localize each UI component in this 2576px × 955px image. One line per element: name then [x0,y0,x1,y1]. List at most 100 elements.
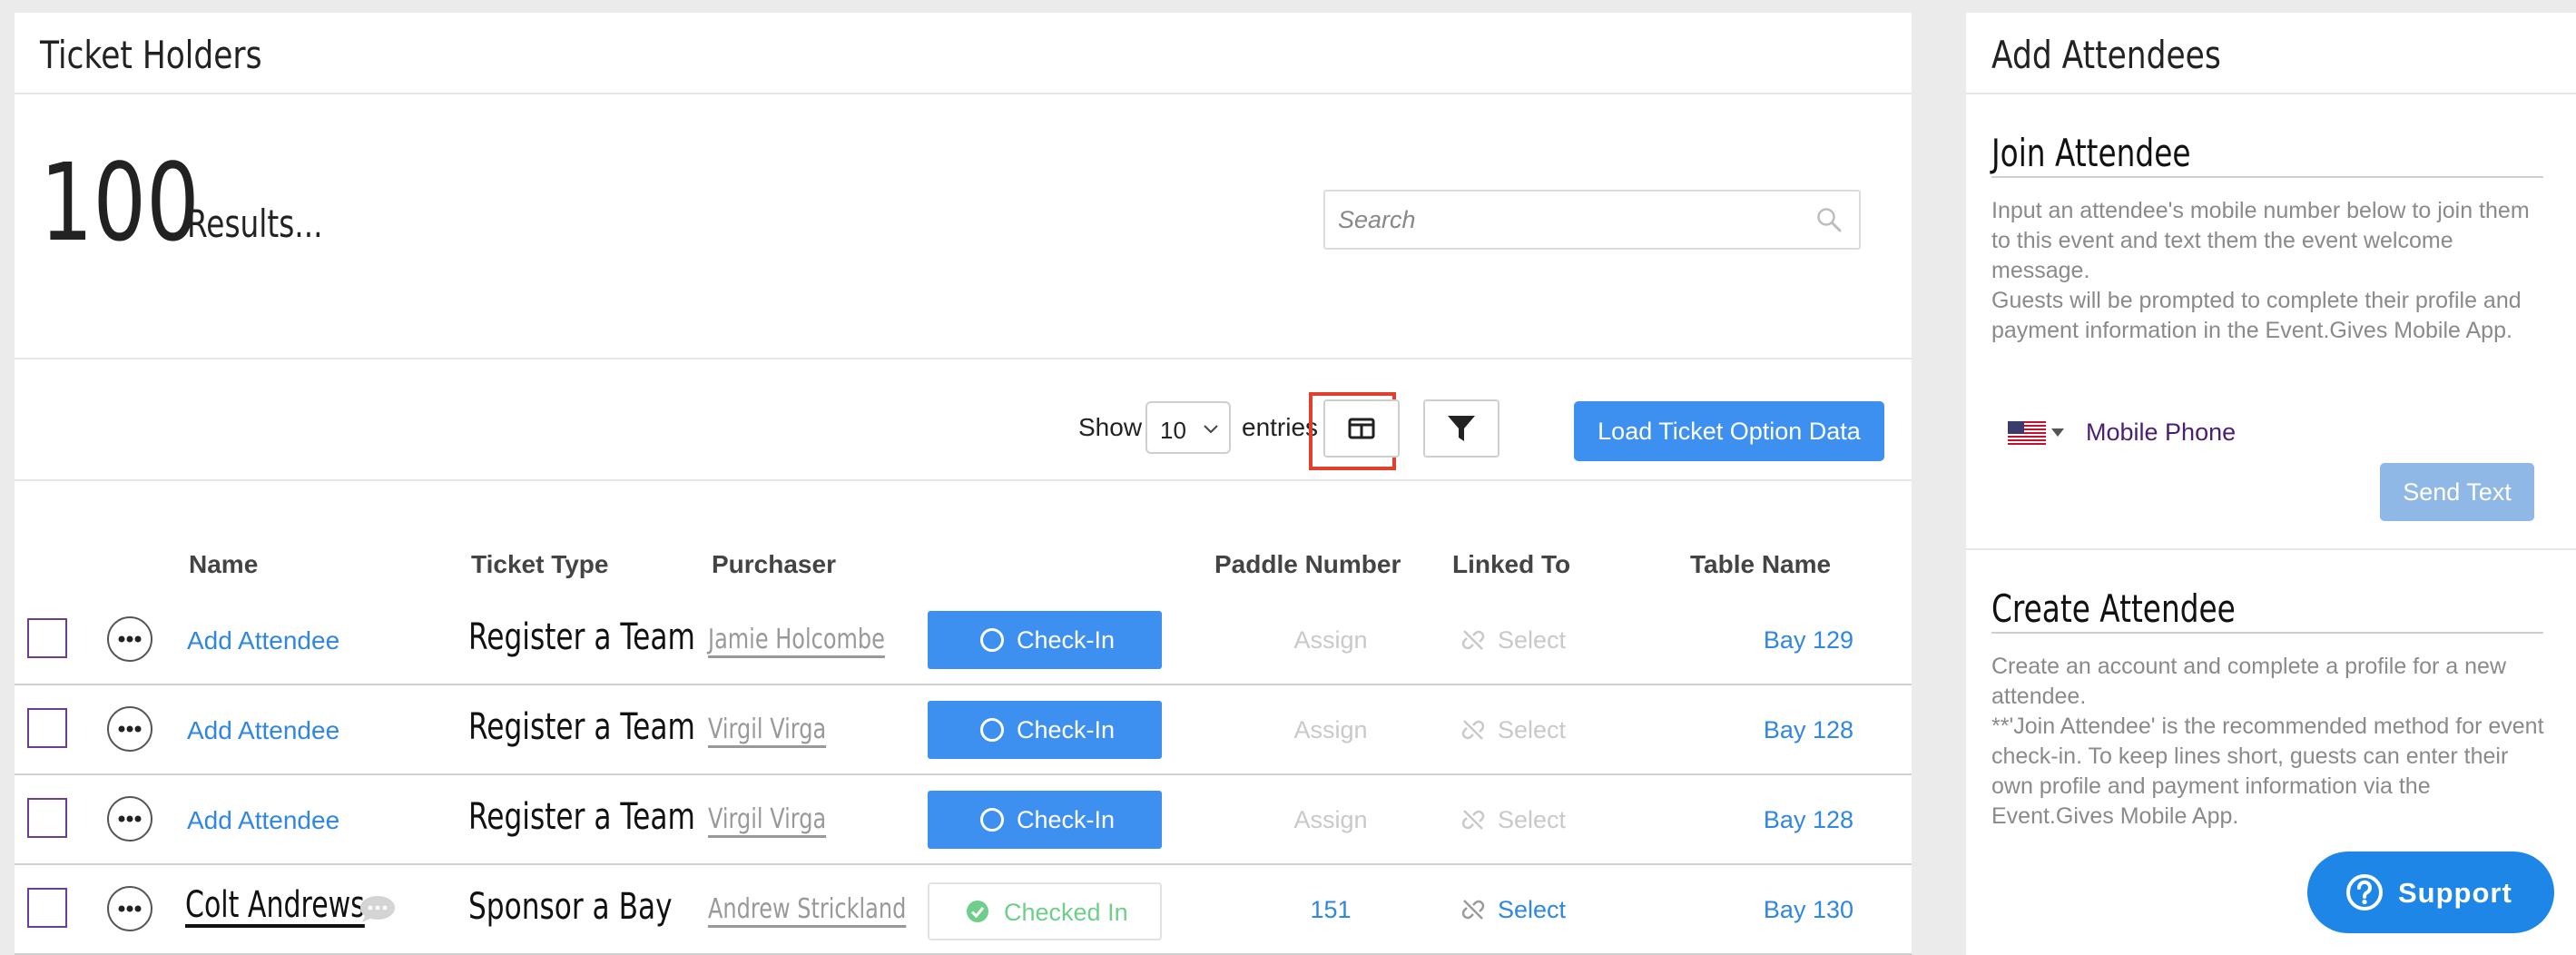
load-ticket-option-data-button[interactable]: Load Ticket Option Data [1574,401,1884,461]
table-name-link[interactable]: Bay 130 [1745,896,1853,924]
row-checkbox[interactable] [27,618,67,658]
unlink-icon [1461,810,1485,830]
ticket-type: Register a Team [468,796,695,838]
row-checkbox[interactable] [27,708,67,748]
more-icon [118,905,142,912]
add-attendee-link[interactable]: Add Attendee [187,626,339,655]
create-attendee-heading: Create Attendee [1991,586,2236,631]
more-icon [118,725,142,733]
row-actions-button[interactable] [107,796,152,842]
paddle-assign: Assign [1293,716,1368,743]
column-header-purchaser[interactable]: Purchaser [712,550,836,579]
ticket-type: Register a Team [468,616,695,658]
search-input[interactable] [1325,192,1859,248]
linked-to-label: Select [1498,626,1567,654]
heading-underline [1991,176,2543,178]
divider [15,479,1912,481]
table-row: Add Attendee Register a Team Virgil Virg… [15,776,1912,865]
divider [1966,548,2576,550]
circle-icon [980,628,1004,652]
check-in-button[interactable]: Check-In [928,791,1162,849]
attendee-name-link[interactable]: Colt Andrews [185,884,365,926]
row-actions-button[interactable] [107,616,152,662]
unlink-icon [1461,630,1485,650]
support-label: Support [2398,877,2512,909]
purchaser-link[interactable]: Virgil Virga [708,714,826,745]
filter-button[interactable] [1423,399,1499,458]
row-divider [15,863,1912,865]
columns-icon [1348,418,1375,439]
send-text-button[interactable]: Send Text [2380,463,2534,521]
columns-toggle-button[interactable] [1323,399,1400,458]
circle-icon [980,808,1004,832]
search-icon[interactable] [1815,206,1843,233]
description-text: **'Join Attendee' is the recommended met… [1991,714,2544,829]
row-divider [15,773,1912,775]
table-row: Add Attendee Register a Team Virgil Virg… [15,686,1912,775]
purchaser-link[interactable]: Andrew Strickland [708,893,906,925]
linked-to-label: Select [1498,806,1567,833]
add-attendees-panel: Add Attendees Join Attendee Input an att… [1966,13,2576,955]
show-label: Show [1078,413,1143,441]
check-in-button[interactable]: Check-In [928,701,1162,759]
search-box [1323,190,1861,250]
check-in-label: Check-In [1017,806,1116,833]
help-circle-icon [2346,874,2383,911]
entries-value: 10 [1160,417,1186,444]
row-checkbox[interactable] [27,798,67,838]
linked-to-label: Select [1498,896,1567,923]
column-header-ticket-type[interactable]: Ticket Type [471,550,608,579]
us-flag-icon[interactable] [2008,421,2046,445]
results-count: 100 [40,140,200,265]
check-circle-icon [967,901,988,922]
paddle-assign: Assign [1293,626,1368,654]
create-attendee-description: Create an account and complete a profile… [1991,652,2554,832]
table-name-link[interactable]: Bay 128 [1745,806,1853,834]
table-row: Add Attendee Register a Team Jamie Holco… [15,596,1912,685]
unlink-icon [1461,720,1485,740]
more-icon [118,635,142,643]
caret-down-icon[interactable] [2051,428,2064,438]
check-in-label: Check-In [1017,626,1116,654]
divider [15,93,1912,94]
description-text: Create an account and complete a profile… [1991,654,2507,709]
join-attendee-heading: Join Attendee [1991,131,2191,175]
divider [15,358,1912,359]
panel-title: Add Attendees [1991,33,2221,77]
row-actions-button[interactable] [107,706,152,752]
column-header-name[interactable]: Name [189,550,258,579]
checked-in-button[interactable]: Checked In [928,882,1162,940]
join-attendee-description: Input an attendee's mobile number below … [1991,196,2554,346]
row-divider [15,684,1912,685]
chevron-down-icon [1204,425,1218,434]
purchaser-link[interactable]: Jamie Holcombe [708,624,885,655]
ticket-type: Register a Team [468,706,695,748]
chat-bubble-icon[interactable] [358,893,398,924]
description-text: Guests will be prompted to complete thei… [1991,288,2522,343]
column-header-paddle-number[interactable]: Paddle Number [1214,550,1401,579]
results-label: Results... [187,202,323,246]
table-row: Colt Andrews Sponsor a Bay Andrew Strick… [15,866,1912,955]
table-name-link[interactable]: Bay 129 [1745,626,1853,655]
column-header-table-name[interactable]: Table Name [1690,550,1831,579]
purchaser-link[interactable]: Virgil Virga [708,803,826,835]
checked-in-label: Checked In [1004,899,1128,926]
heading-underline [1991,632,2543,634]
linked-to-label: Select [1498,716,1567,743]
row-actions-button[interactable] [107,886,152,931]
filter-icon [1448,416,1475,441]
mobile-phone-input[interactable] [2086,412,2358,452]
entries-select[interactable]: 10 [1145,401,1231,454]
row-checkbox[interactable] [27,888,67,928]
paddle-number-link[interactable]: 151 [1267,896,1394,924]
check-in-button[interactable]: Check-In [928,611,1162,669]
panel-title: Ticket Holders [40,33,262,77]
column-header-linked-to[interactable]: Linked To [1452,550,1570,579]
table-name-link[interactable]: Bay 128 [1745,716,1853,744]
description-text: Input an attendee's mobile number below … [1991,198,2530,283]
ticket-holders-panel: Ticket Holders 100 Results... Show 10 en… [15,13,1912,955]
add-attendee-link[interactable]: Add Attendee [187,806,339,835]
support-button[interactable]: Support [2307,852,2554,933]
add-attendee-link[interactable]: Add Attendee [187,716,339,745]
entries-label: entries [1242,413,1319,441]
